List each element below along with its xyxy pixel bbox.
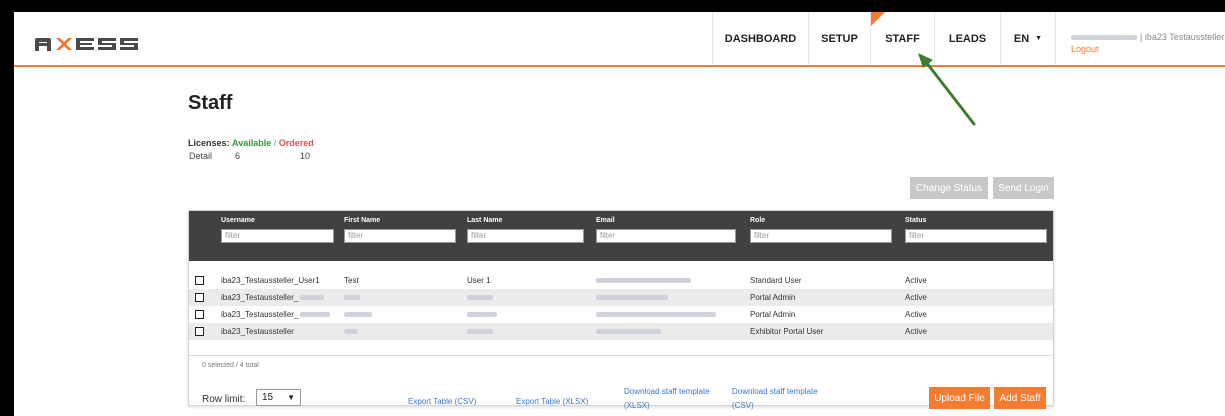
add-staff-button[interactable]: Add Staff	[994, 387, 1046, 409]
user-info: | iba23 Testaussteller Logout	[1071, 31, 1224, 55]
axess-logo[interactable]	[34, 37, 154, 51]
user-company: | iba23 Testaussteller	[1140, 32, 1225, 42]
ordered-count: 10	[300, 151, 311, 161]
nav-staff-label: STAFF	[885, 32, 920, 45]
send-login-button[interactable]: Send Login	[993, 177, 1054, 199]
nav-dashboard-label: DASHBOARD	[724, 32, 797, 45]
cell-status: Active	[905, 293, 927, 302]
detail-label: Detail	[189, 151, 213, 161]
cell-last-name-redacted	[467, 310, 497, 319]
nav-staff[interactable]: STAFF	[870, 12, 934, 65]
table-divider	[189, 355, 1053, 356]
download-xlsx-line1: Download staff template	[624, 387, 710, 396]
cell-first-name-redacted	[344, 310, 372, 319]
cell-username: iba23_Testaussteller_User1	[221, 276, 320, 285]
ordered-label: Ordered	[278, 138, 314, 148]
cell-last-name: User 1	[467, 276, 491, 285]
cell-role: Standard User	[750, 276, 802, 285]
column-status[interactable]: Status	[905, 217, 926, 224]
language-label: EN	[1013, 32, 1030, 45]
export-xlsx-link[interactable]: Export Table (XLSX)	[516, 395, 588, 409]
download-template-csv-link[interactable]: Download staff template (CSV)	[732, 385, 818, 413]
row-checkbox[interactable]	[195, 293, 204, 302]
selection-summary: 0 selected / 4 total	[202, 362, 259, 369]
cell-email-redacted	[596, 310, 716, 319]
available-count: 6	[235, 151, 241, 161]
column-username[interactable]: Username	[221, 217, 255, 224]
chevron-down-icon: ▼	[287, 393, 295, 402]
app-window: DASHBOARD SETUP STAFF LEADS EN ▼ | iba23…	[14, 12, 1225, 416]
licenses-separator: /	[273, 138, 277, 148]
row-limit-label: Row limit:	[202, 394, 246, 405]
cell-status: Active	[905, 310, 927, 319]
download-template-xlsx-link[interactable]: Download staff template (XLSX)	[624, 385, 710, 413]
licenses-label: Licenses:	[188, 138, 230, 148]
row-checkbox[interactable]	[195, 276, 204, 285]
available-label: Available	[232, 138, 272, 148]
cell-username-text: iba23_Testaussteller_	[221, 293, 299, 302]
column-role[interactable]: Role	[750, 217, 765, 224]
cell-role: Exhibitor Portal User	[750, 327, 824, 336]
cell-email-redacted	[596, 293, 668, 302]
filter-role[interactable]: filter	[750, 229, 892, 243]
staff-table: Username First Name Last Name Email Role…	[188, 210, 1054, 410]
change-status-button[interactable]: Change Status	[910, 177, 988, 199]
column-last-name[interactable]: Last Name	[467, 217, 502, 224]
row-checkbox[interactable]	[195, 327, 204, 336]
cell-email-redacted	[596, 276, 691, 285]
nav-setup-label: SETUP	[821, 32, 858, 45]
nav-leads[interactable]: LEADS	[934, 12, 1000, 65]
cell-username: iba23_Testaussteller_	[221, 293, 325, 302]
filter-last-name[interactable]: filter	[467, 229, 584, 243]
cell-first-name-redacted	[344, 293, 360, 302]
chevron-down-icon: ▼	[1035, 35, 1043, 42]
table-row[interactable]: iba23_Testaussteller Exhibitor Portal Us…	[189, 323, 1053, 340]
nav-setup[interactable]: SETUP	[808, 12, 870, 65]
cell-first-name-redacted	[344, 327, 358, 336]
upload-file-button[interactable]: Upload File	[929, 387, 990, 409]
download-csv-line2: (CSV)	[732, 401, 754, 410]
nav-leads-label: LEADS	[948, 32, 987, 45]
licenses-summary: Licenses: Available / Ordered	[188, 137, 314, 149]
top-header: DASHBOARD SETUP STAFF LEADS EN ▼ | iba23…	[14, 12, 1225, 67]
username-suffix-redacted	[300, 295, 325, 301]
column-email[interactable]: Email	[596, 217, 615, 224]
cell-role: Portal Admin	[750, 310, 796, 319]
row-limit-value: 15	[262, 392, 274, 403]
user-name-redacted	[1071, 35, 1137, 41]
logo-mark	[35, 38, 138, 51]
column-first-name[interactable]: First Name	[344, 217, 380, 224]
table-row[interactable]: iba23_Testaussteller_User1 Test User 1 S…	[189, 272, 1053, 289]
row-checkbox[interactable]	[195, 310, 204, 319]
filter-status[interactable]: filter	[905, 229, 1047, 243]
download-csv-line1: Download staff template	[732, 387, 818, 396]
cell-role: Portal Admin	[750, 293, 796, 302]
nav-dashboard[interactable]: DASHBOARD	[712, 12, 808, 65]
page-title: Staff	[188, 92, 233, 114]
cell-last-name-redacted	[467, 327, 493, 336]
logout-link[interactable]: Logout	[1071, 43, 1224, 55]
filter-email[interactable]: filter	[596, 229, 736, 243]
cell-email-redacted	[596, 327, 661, 336]
cell-status: Active	[905, 276, 927, 285]
export-csv-link[interactable]: Export Table (CSV)	[408, 395, 476, 409]
language-dropdown[interactable]: EN ▼	[1000, 12, 1056, 65]
cell-last-name-redacted	[467, 293, 493, 302]
download-xlsx-line2: (XLSX)	[624, 401, 650, 410]
filter-first-name[interactable]: filter	[344, 229, 456, 243]
cell-status: Active	[905, 327, 927, 336]
filter-username[interactable]: filter	[221, 229, 334, 243]
username-suffix-redacted	[300, 312, 331, 318]
row-limit-select[interactable]: 15 ▼	[256, 389, 301, 406]
cell-first-name: Test	[344, 276, 359, 285]
table-header: Username First Name Last Name Email Role…	[189, 211, 1053, 261]
cell-username: iba23_Testaussteller	[221, 327, 294, 336]
table-row[interactable]: iba23_Testaussteller_ Portal Admin Activ…	[189, 289, 1053, 306]
cell-username: iba23_Testaussteller_	[221, 310, 331, 319]
cell-username-text: iba23_Testaussteller_	[221, 310, 299, 319]
table-row[interactable]: iba23_Testaussteller_ Portal Admin Activ…	[189, 306, 1053, 323]
